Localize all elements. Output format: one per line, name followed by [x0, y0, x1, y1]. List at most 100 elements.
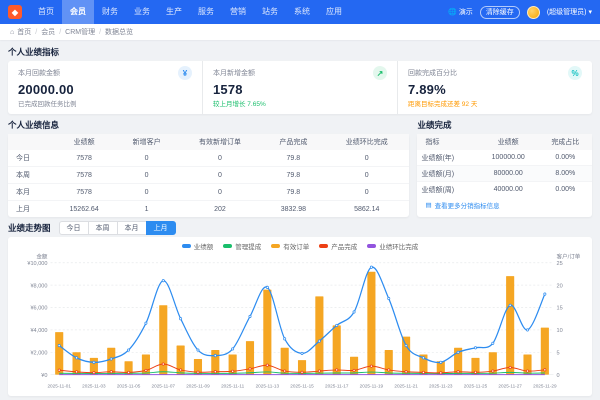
username-label: (超级管理员) — [547, 7, 587, 17]
legend-swatch-icon — [271, 244, 280, 248]
legend-label: 业绩额 — [194, 241, 214, 251]
indicator-name: 业绩额(年) — [417, 150, 477, 166]
cell-value: 1 — [116, 201, 177, 218]
bar-2025-11-13 — [263, 290, 271, 375]
nav-item-营销[interactable]: 营销 — [222, 0, 254, 24]
breadcrumb-separator: / — [35, 29, 37, 36]
svg-text:2025-11-07: 2025-11-07 — [152, 383, 176, 389]
indicator-value: 80000.00 — [478, 166, 539, 182]
svg-text:¥0: ¥0 — [41, 373, 47, 379]
rank-table: 指标业绩额完成占比 业绩额(年)100000.000.00%业绩额(月)8000… — [417, 134, 592, 197]
kpi-card: 本月回款金额¥20000.00已完成回款任务比例 — [8, 61, 203, 114]
bar-2025-11-01 — [55, 332, 63, 375]
svg-text:2025-11-19: 2025-11-19 — [360, 383, 384, 389]
nav-item-服务[interactable]: 服务 — [190, 0, 222, 24]
breadcrumb-separator: / — [59, 29, 61, 36]
chart-period-tabs: 今日本周本月上月 — [59, 221, 176, 235]
kpi-subtext: 较上月增长 7.65% — [213, 98, 387, 108]
breadcrumb-item[interactable]: CRM管理 — [65, 27, 95, 37]
chart-tab-上月[interactable]: 上月 — [146, 221, 176, 235]
percent-icon: % — [568, 66, 582, 80]
breadcrumb: ⌂ 首页/会员/CRM管理/数据总览 — [0, 24, 600, 40]
table-header-row: 指标业绩额完成占比 — [417, 134, 592, 150]
column-header: 有效新增订单 — [177, 134, 262, 150]
column-header: 新增客户 — [116, 134, 177, 150]
chevron-down-icon: ▾ — [588, 8, 592, 16]
cell-value: 0 — [177, 150, 262, 167]
svg-text:2025-11-09: 2025-11-09 — [186, 383, 210, 389]
line-业绩额 — [59, 267, 545, 362]
cell-value: 0 — [324, 184, 409, 201]
avatar[interactable] — [527, 6, 540, 19]
globe-icon: 🌐 — [448, 8, 457, 16]
svg-text:2025-11-11: 2025-11-11 — [221, 383, 244, 389]
svg-text:2025-11-25: 2025-11-25 — [464, 383, 488, 389]
svg-text:¥10,000: ¥10,000 — [27, 261, 47, 267]
svg-text:金额: 金额 — [36, 252, 47, 260]
table-row: 业绩额(年)100000.000.00% — [417, 150, 592, 166]
row-label: 本月 — [8, 184, 52, 201]
legend-swatch-icon — [319, 244, 328, 248]
cell-value: 0 — [177, 167, 262, 184]
kpi-subtext: 距离目标完成还差 92 天 — [408, 98, 582, 108]
more-indicators-link[interactable]: ▤ 查看更多分销指标信息 — [417, 197, 592, 214]
kpi-label: 本月新增金额 — [213, 68, 255, 78]
svg-text:5: 5 — [557, 350, 560, 356]
info-row: 个人业绩信息 业绩额新增客户有效新增订单产品完成业绩环比完成 今日7578007… — [8, 116, 592, 217]
svg-text:0: 0 — [557, 373, 560, 379]
svg-text:25: 25 — [557, 261, 563, 267]
clear-cache-button[interactable]: 清除缓存 — [480, 6, 520, 19]
nav-item-财务[interactable]: 财务 — [94, 0, 126, 24]
legend-label: 管理提成 — [235, 241, 261, 251]
svg-text:20: 20 — [557, 283, 563, 289]
nav-item-首页[interactable]: 首页 — [30, 0, 62, 24]
table-row: 今日75780079.80 — [8, 150, 409, 167]
legend-item-产品完成[interactable]: 产品完成 — [319, 241, 357, 251]
svg-text:¥8,000: ¥8,000 — [30, 283, 47, 289]
breadcrumb-item[interactable]: 首页 — [17, 27, 31, 37]
chart-tab-本周[interactable]: 本周 — [88, 221, 118, 235]
cell-value: 7578 — [52, 150, 115, 167]
column-header: 业绩额 — [52, 134, 115, 150]
nav-item-业务[interactable]: 业务 — [126, 0, 158, 24]
cell-value: 0 — [324, 167, 409, 184]
demo-site-link[interactable]: 🌐 演示 — [448, 7, 473, 17]
svg-text:2025-11-27: 2025-11-27 — [498, 383, 522, 389]
indicator-value: 40000.00 — [478, 182, 539, 198]
cell-value: 5862.14 — [324, 201, 409, 218]
chart-tab-本月[interactable]: 本月 — [117, 221, 147, 235]
chart-legend: 业绩额 管理提成有效订单产品完成业绩环比完成 — [12, 239, 588, 252]
svg-text:2025-11-13: 2025-11-13 — [256, 383, 280, 389]
nav-item-会员[interactable]: 会员 — [62, 0, 94, 24]
cell-value: 0 — [116, 184, 177, 201]
demo-site-label: 演示 — [459, 7, 473, 17]
performance-table: 业绩额新增客户有效新增订单产品完成业绩环比完成 今日75780079.80本周7… — [8, 134, 409, 217]
svg-text:2025-11-03: 2025-11-03 — [82, 383, 106, 389]
app-logo-icon[interactable]: ◆ — [8, 5, 22, 19]
nav-item-应用[interactable]: 应用 — [318, 0, 350, 24]
chart-tab-今日[interactable]: 今日 — [59, 221, 89, 235]
cell-value: 0 — [116, 150, 177, 167]
legend-item-业绩额[interactable]: 业绩额 — [182, 241, 214, 251]
breadcrumb-items: 首页/会员/CRM管理/数据总览 — [17, 27, 133, 37]
legend-item-管理提成[interactable]: 管理提成 — [223, 241, 261, 251]
svg-text:10: 10 — [557, 328, 563, 334]
indicator-ratio: 0.00% — [539, 182, 592, 198]
legend-item-业绩环比完成[interactable]: 业绩环比完成 — [367, 241, 418, 251]
column-header: 完成占比 — [539, 134, 592, 150]
nav-item-生产[interactable]: 生产 — [158, 0, 190, 24]
nav-item-系统[interactable]: 系统 — [286, 0, 318, 24]
main-content: 个人业绩指标 本月回款金额¥20000.00已完成回款任务比例本月新增金额↗15… — [0, 40, 600, 400]
breadcrumb-item[interactable]: 会员 — [41, 27, 55, 37]
user-menu[interactable]: (超级管理员) ▾ — [547, 7, 592, 17]
chart-header: 业绩走势图 今日本周本月上月 — [8, 221, 592, 235]
kpi-section-title: 个人业绩指标 — [8, 46, 592, 58]
rank-column: 业绩完成 指标业绩额完成占比 业绩额(年)100000.000.00%业绩额(月… — [417, 116, 592, 217]
nav-item-站务[interactable]: 站务 — [254, 0, 286, 24]
svg-text:2025-11-01: 2025-11-01 — [47, 383, 71, 389]
cell-value: 0 — [324, 150, 409, 167]
kpi-value: 7.89% — [408, 82, 582, 97]
svg-text:¥4,000: ¥4,000 — [30, 328, 47, 334]
legend-item-有效订单[interactable]: 有效订单 — [271, 241, 309, 251]
bar-2025-11-18 — [350, 357, 358, 375]
